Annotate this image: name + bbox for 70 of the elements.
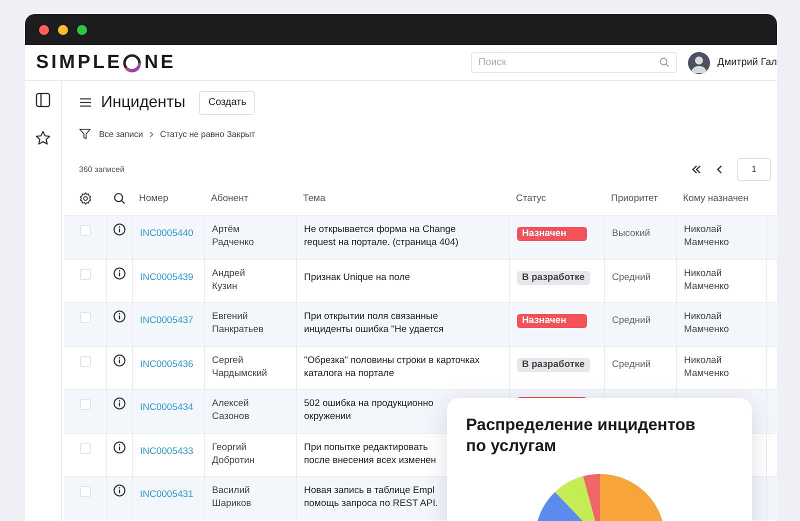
record-count: 360 записей (79, 164, 124, 174)
status-badge: Назначен (517, 314, 587, 328)
user-name[interactable]: Дмитрий Гал (717, 57, 777, 68)
row-checkbox[interactable] (80, 268, 90, 280)
minimize-window-icon[interactable] (58, 24, 68, 34)
chart-title: Распределение инцидентов по услугам (466, 415, 696, 457)
column-header[interactable]: Приоритет (611, 192, 658, 204)
table-cell: Средний (612, 358, 651, 370)
column-header[interactable]: Тема (303, 192, 326, 204)
info-icon[interactable] (113, 354, 126, 366)
table-cell: При открытии поля связанные инциденты ошибка "Не удается (304, 310, 444, 336)
info-icon[interactable] (113, 397, 126, 410)
table-cell: Не открывается форма на Change request на портале. (страница 404) (304, 223, 458, 249)
close-window-icon[interactable] (39, 24, 49, 34)
chevron-right-icon (148, 130, 154, 138)
column-header[interactable]: Абонент (211, 192, 248, 204)
table-cell: Василий Шариков (212, 484, 252, 510)
status-badge: В разработке (517, 358, 590, 372)
table-cell: Средний (612, 270, 651, 284)
row-checkbox[interactable] (80, 225, 90, 236)
column-header[interactable]: Номер (139, 192, 168, 204)
table-cell: Новая запись в таблице Empl помощь запроса по REST API. (304, 484, 438, 510)
row-checkbox[interactable] (80, 442, 90, 454)
info-icon[interactable] (113, 310, 126, 323)
column-header[interactable]: Статус (516, 192, 546, 204)
info-icon[interactable] (113, 484, 126, 497)
table-cell: Сергей Чардымский (212, 354, 268, 380)
search-field[interactable]: Поиск (471, 52, 678, 73)
status-badge: Назначен (517, 227, 587, 241)
table-cell: "Обрезка" половины строки в карточках каталога на портале (304, 354, 480, 380)
star-icon[interactable] (35, 130, 51, 146)
row-checkbox[interactable] (80, 356, 90, 366)
table-cell: Николай Мамченко (684, 310, 729, 336)
table-cell: Андрей Кузин (212, 266, 245, 292)
table-cell: Средний (612, 314, 651, 327)
maximize-window-icon[interactable] (77, 24, 87, 34)
table-cell: Евгений Панкратьев (212, 310, 264, 336)
settings-icon[interactable] (78, 192, 92, 204)
create-button[interactable]: Создать (199, 90, 256, 114)
info-icon[interactable] (113, 266, 126, 280)
first-page-icon[interactable] (691, 164, 702, 174)
page-number-field[interactable]: 1 (737, 158, 771, 180)
status-badge: В разработке (517, 270, 590, 284)
search-icon[interactable] (112, 192, 126, 204)
table-cell: Георгий Добротин (212, 440, 255, 466)
row-checkbox[interactable] (80, 486, 90, 497)
user-avatar[interactable] (688, 52, 710, 74)
table-cell: Николай Мамченко (684, 223, 729, 249)
breadcrumb-link[interactable]: Статус не равно Закрыт (160, 129, 256, 139)
table-cell: Признак Unique на поле (304, 270, 410, 284)
info-icon[interactable] (113, 223, 126, 236)
breadcrumb-link[interactable]: Все записи (99, 129, 143, 139)
table-cell: Высокий (612, 227, 650, 240)
logo-text: NE (144, 52, 176, 74)
table-cell: При попытке редактировать после внесения всех изменен (304, 440, 436, 466)
page-title: Инциденты (101, 94, 186, 112)
info-icon[interactable] (113, 440, 126, 454)
column-header[interactable]: Кому назначен (683, 192, 748, 204)
row-checkbox[interactable] (80, 312, 90, 323)
table-cell: Артём Радченко (212, 223, 254, 249)
table-cell: Николай Мамченко (684, 354, 729, 380)
table-cell: Алексей Сазонов (212, 397, 250, 423)
logo-ring-icon (122, 52, 142, 72)
logo-text: SIMPLE (36, 52, 122, 74)
filter-icon[interactable] (79, 128, 91, 140)
sidebar-panel-icon[interactable] (35, 92, 51, 108)
row-checkbox[interactable] (80, 399, 90, 410)
menu-icon[interactable] (79, 97, 92, 108)
table-cell: 502 ошибка на продукционно окружении (304, 397, 434, 423)
table-cell: Николай Мамченко (684, 266, 729, 292)
